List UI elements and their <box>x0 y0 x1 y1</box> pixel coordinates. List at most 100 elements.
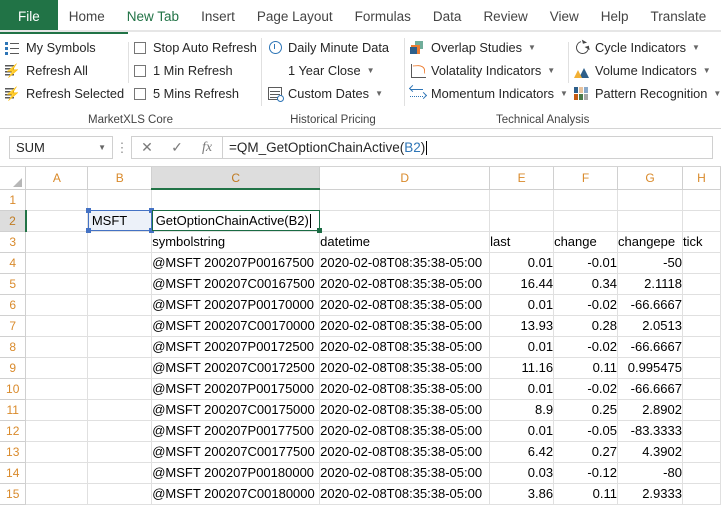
cell-c9[interactable]: @MSFT 200207C00172500 <box>152 357 320 378</box>
cell-d9[interactable]: 2020-02-08T08:35:38-05:00 <box>320 357 490 378</box>
column-header-d[interactable]: D <box>320 167 490 189</box>
ribbon-tab-review[interactable]: Review <box>472 0 538 32</box>
cell-f12[interactable]: -0.05 <box>554 420 618 441</box>
cell-d5[interactable]: 2020-02-08T08:35:38-05:00 <box>320 273 490 294</box>
cell-h8[interactable] <box>682 336 720 357</box>
cell-a16[interactable] <box>26 504 88 505</box>
ribbon-tab-translate[interactable]: Translate <box>640 0 718 32</box>
momentum-indicators-dropdown[interactable]: Momentum Indicators ▼ <box>405 82 568 105</box>
cell-h12[interactable] <box>682 420 720 441</box>
cell-g14[interactable]: -80 <box>618 462 683 483</box>
volatility-indicators-dropdown[interactable]: Volatality Indicators ▼ <box>405 59 568 82</box>
column-header-h[interactable]: H <box>682 167 720 189</box>
cell-a2[interactable] <box>26 210 88 231</box>
row-header-16[interactable]: 16 <box>0 504 26 505</box>
row-header-1[interactable]: 1 <box>0 189 26 210</box>
cell-c6[interactable]: @MSFT 200207P00170000 <box>152 294 320 315</box>
ribbon-tab-insert[interactable]: Insert <box>190 0 246 32</box>
cell-g6[interactable]: -66.6667 <box>618 294 683 315</box>
cell-e4[interactable]: 0.01 <box>490 252 554 273</box>
cell-h13[interactable] <box>682 441 720 462</box>
cancel-icon[interactable]: ✕ <box>132 137 162 158</box>
cell-a6[interactable] <box>26 294 88 315</box>
row-header-2[interactable]: 2 <box>0 210 26 231</box>
cell-d15[interactable]: 2020-02-08T08:35:38-05:00 <box>320 483 490 504</box>
cycle-indicators-dropdown[interactable]: Cycle Indicators ▼ <box>569 36 721 59</box>
formula-input[interactable]: =QM_GetOptionChainActive(B2) <box>223 136 713 159</box>
row-header-6[interactable]: 6 <box>0 294 26 315</box>
pattern-recognition-dropdown[interactable]: Pattern Recognition ▼ <box>569 82 721 105</box>
cell-h15[interactable] <box>682 483 720 504</box>
cell-f2[interactable] <box>554 210 618 231</box>
ribbon-tab-formulas[interactable]: Formulas <box>344 0 422 32</box>
cell-g2[interactable] <box>618 210 683 231</box>
column-header-g[interactable]: G <box>618 167 683 189</box>
row-header-11[interactable]: 11 <box>0 399 26 420</box>
cell-e6[interactable]: 0.01 <box>490 294 554 315</box>
stop-auto-refresh-checkbox[interactable]: Stop Auto Refresh <box>129 36 261 59</box>
cell-c7[interactable]: @MSFT 200207C00170000 <box>152 315 320 336</box>
cell-f5[interactable]: 0.34 <box>554 273 618 294</box>
cell-b5[interactable] <box>88 273 152 294</box>
cell-e16[interactable]: 0.02 <box>490 504 554 505</box>
cell-g7[interactable]: 2.0513 <box>618 315 683 336</box>
row-header-12[interactable]: 12 <box>0 420 26 441</box>
cell-f3[interactable]: change <box>554 231 618 252</box>
ribbon-tab-help[interactable]: Help <box>590 0 640 32</box>
cell-d16[interactable]: 2020-02-08T08:35:38-05:00 <box>320 504 490 505</box>
cell-a12[interactable] <box>26 420 88 441</box>
cell-h4[interactable] <box>682 252 720 273</box>
cell-f16[interactable]: -0.58 <box>554 504 618 505</box>
cell-e8[interactable]: 0.01 <box>490 336 554 357</box>
cell-f4[interactable]: -0.01 <box>554 252 618 273</box>
cell-c4[interactable]: @MSFT 200207P00167500 <box>152 252 320 273</box>
ribbon-tab-file[interactable]: File <box>0 0 58 32</box>
ribbon-tab-new-tab[interactable]: New Tab <box>116 0 190 32</box>
cell-b9[interactable] <box>88 357 152 378</box>
cell-b6[interactable] <box>88 294 152 315</box>
cell-a8[interactable] <box>26 336 88 357</box>
cell-f7[interactable]: 0.28 <box>554 315 618 336</box>
cell-h6[interactable] <box>682 294 720 315</box>
cell-d1[interactable] <box>320 189 490 210</box>
cell-b8[interactable] <box>88 336 152 357</box>
cell-g8[interactable]: -66.6667 <box>618 336 683 357</box>
cell-g9[interactable]: 0.995475 <box>618 357 683 378</box>
cell-d2[interactable] <box>320 210 490 231</box>
cell-d13[interactable]: 2020-02-08T08:35:38-05:00 <box>320 441 490 462</box>
cell-a10[interactable] <box>26 378 88 399</box>
column-header-a[interactable]: A <box>26 167 88 189</box>
cell-f11[interactable]: 0.25 <box>554 399 618 420</box>
cell-b1[interactable] <box>88 189 152 210</box>
cell-d7[interactable]: 2020-02-08T08:35:38-05:00 <box>320 315 490 336</box>
cell-g11[interactable]: 2.8902 <box>618 399 683 420</box>
cell-d8[interactable]: 2020-02-08T08:35:38-05:00 <box>320 336 490 357</box>
cell-h16[interactable] <box>682 504 720 505</box>
one-year-close-dropdown[interactable]: 1 Year Close ▼ <box>262 59 404 82</box>
cell-g3[interactable]: changepe <box>618 231 683 252</box>
cell-e1[interactable] <box>490 189 554 210</box>
cell-b15[interactable] <box>88 483 152 504</box>
cell-g16[interactable]: -96.6667 <box>618 504 683 505</box>
my-symbols-button[interactable]: My Symbols <box>0 36 128 59</box>
row-header-5[interactable]: 5 <box>0 273 26 294</box>
cell-e3[interactable]: last <box>490 231 554 252</box>
cell-a15[interactable] <box>26 483 88 504</box>
five-mins-refresh-checkbox[interactable]: 5 Mins Refresh <box>129 82 261 105</box>
row-header-9[interactable]: 9 <box>0 357 26 378</box>
cell-e13[interactable]: 6.42 <box>490 441 554 462</box>
cell-e10[interactable]: 0.01 <box>490 378 554 399</box>
ribbon-tab-view[interactable]: View <box>539 0 590 32</box>
cell-d6[interactable]: 2020-02-08T08:35:38-05:00 <box>320 294 490 315</box>
row-header-8[interactable]: 8 <box>0 336 26 357</box>
cell-a11[interactable] <box>26 399 88 420</box>
cell-a1[interactable] <box>26 189 88 210</box>
cell-e2[interactable] <box>490 210 554 231</box>
cell-a7[interactable] <box>26 315 88 336</box>
cell-h7[interactable] <box>682 315 720 336</box>
cell-c3[interactable]: symbolstring <box>152 231 320 252</box>
cell-c5[interactable]: @MSFT 200207C00167500 <box>152 273 320 294</box>
refresh-all-button[interactable]: ⚡ Refresh All <box>0 59 128 82</box>
custom-dates-dropdown[interactable]: Custom Dates ▼ <box>262 82 404 105</box>
cell-e12[interactable]: 0.01 <box>490 420 554 441</box>
